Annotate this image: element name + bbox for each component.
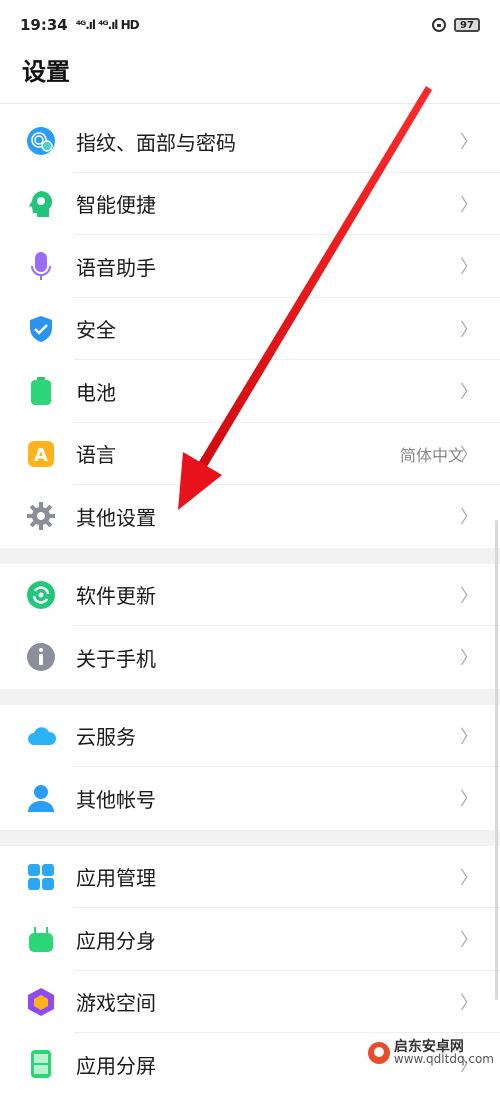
settings-item-app-grid[interactable]: 应用管理 〉: [0, 846, 500, 908]
chevron-right-icon: 〉: [460, 257, 478, 279]
status-right: 97: [432, 18, 480, 32]
settings-item-label: 应用分身: [76, 928, 156, 953]
settings-item-shield[interactable]: 安全 〉: [0, 298, 500, 360]
chevron-right-icon: 〉: [460, 789, 478, 811]
settings-item-game-cube[interactable]: 游戏空间 〉: [0, 971, 500, 1033]
group-gap: [0, 547, 500, 564]
fingerprint-face-icon: [26, 126, 56, 156]
settings-item-info[interactable]: 关于手机 〉: [0, 626, 500, 689]
rotation-lock-icon: [432, 18, 446, 32]
chevron-right-icon: 〉: [460, 867, 478, 889]
language-icon: A: [26, 439, 56, 469]
chevron-right-icon: 〉: [460, 194, 478, 216]
chevron-right-icon: 〉: [460, 992, 478, 1014]
page-title: 设置: [22, 58, 70, 86]
chevron-right-icon: 〉: [460, 507, 478, 529]
scrollbar[interactable]: [495, 520, 498, 1000]
settings-item-label: 软件更新: [76, 584, 156, 609]
chevron-right-icon: 〉: [460, 648, 478, 670]
settings-item-battery[interactable]: 电池 〉: [0, 360, 500, 423]
settings-item-language[interactable]: A 语言 简体中文〉: [0, 423, 500, 485]
settings-item-smart-head[interactable]: 智能便捷 〉: [0, 173, 500, 235]
smart-head-icon: [26, 189, 56, 219]
settings-item-person[interactable]: 其他帐号 〉: [0, 767, 500, 830]
watermark: 启东安卓网 www.qdltdq.com: [367, 1040, 494, 1066]
battery-icon: [26, 376, 56, 406]
chevron-right-icon: 〉: [460, 930, 478, 952]
settings-item-label: 电池: [76, 380, 116, 405]
status-time: 19:34: [20, 16, 68, 34]
chevron-right-icon: 〉: [460, 382, 478, 404]
group-gap: [0, 829, 500, 846]
settings-item-microphone[interactable]: 语音助手 〉: [0, 235, 500, 298]
settings-item-value: 简体中文: [399, 445, 464, 465]
svg-text:A: A: [34, 445, 48, 466]
status-bar: 19:34 ⁴ᴳ.ıl ⁴ᴳ.ıl HD 97: [0, 0, 500, 50]
chevron-right-icon: 〉: [460, 726, 478, 748]
settings-item-label: 其他帐号: [76, 787, 156, 812]
shield-icon: [26, 314, 56, 344]
chevron-right-icon: 〉: [460, 319, 478, 341]
android-icon: [26, 924, 56, 954]
chevron-right-icon: 〉: [460, 132, 478, 154]
settings-item-label: 云服务: [76, 725, 136, 750]
signal-icon: ⁴ᴳ.ıl ⁴ᴳ.ıl HD: [75, 18, 140, 32]
group-gap: [0, 688, 500, 705]
settings-item-android[interactable]: 应用分身 〉: [0, 908, 500, 971]
chevron-right-icon: 〉: [460, 444, 478, 466]
settings-item-label: 智能便捷: [76, 193, 156, 218]
settings-item-refresh[interactable]: 软件更新 〉: [0, 564, 500, 626]
chevron-right-icon: 〉: [460, 585, 478, 607]
microphone-icon: [26, 251, 56, 281]
watermark-text: 启东安卓网 www.qdltdq.com: [393, 1040, 494, 1066]
settings-item-label: 关于手机: [76, 646, 156, 671]
app-grid-icon: [26, 862, 56, 892]
settings-item-label: 应用管理: [76, 866, 156, 891]
watermark-logo-icon: [367, 1042, 390, 1064]
game-cube-icon: [26, 987, 56, 1017]
settings-list: 指纹、面部与密码〉智能便捷〉语音助手〉安全〉电池〉 A 语言 简体中文〉其他设置〉软件…: [0, 110, 500, 1096]
person-icon: [26, 783, 56, 813]
settings-item-cloud[interactable]: 云服务 〉: [0, 705, 500, 767]
status-left: 19:34 ⁴ᴳ.ıl ⁴ᴳ.ıl HD: [20, 16, 140, 34]
settings-item-label: 语言: [76, 443, 116, 468]
settings-item-label: 应用分屏: [76, 1053, 156, 1078]
cloud-icon: [26, 721, 56, 751]
settings-item-label: 语音助手: [76, 255, 156, 280]
settings-item-label: 游戏空间: [76, 991, 156, 1016]
settings-item-label: 其他设置: [76, 505, 156, 530]
settings-item-fingerprint-face[interactable]: 指纹、面部与密码 〉: [0, 110, 500, 173]
settings-item-label: 安全: [76, 318, 116, 343]
settings-item-gear[interactable]: 其他设置 〉: [0, 485, 500, 548]
header-divider: [0, 103, 500, 104]
watermark-url: www.qdltdq.com: [393, 1052, 494, 1066]
info-icon: [26, 642, 56, 672]
split-screen-icon: [26, 1049, 56, 1079]
settings-item-label: 指纹、面部与密码: [76, 130, 236, 155]
refresh-icon: [26, 580, 56, 610]
gear-icon: [26, 501, 56, 531]
battery-indicator: 97: [454, 18, 480, 32]
